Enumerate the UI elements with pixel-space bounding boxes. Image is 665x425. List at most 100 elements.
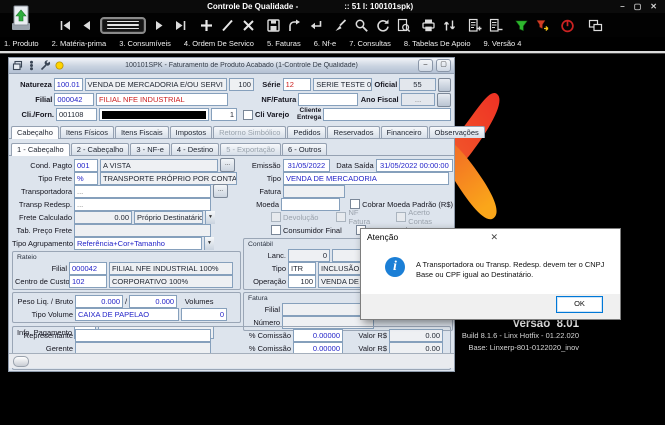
clear-brush-icon[interactable] [333,18,348,33]
consumidor-final-checkbox[interactable] [271,225,281,235]
subtab-1-cabecalho[interactable]: 1 - Cabeçalho [11,143,70,156]
cli-forn-code-field[interactable]: 001108 [56,108,97,121]
nav-last-icon[interactable] [173,18,188,33]
subtab-6-outros[interactable]: 6 - Outros [282,143,327,155]
version-base: Base: Linxerp-801-0122020_inov [462,343,579,352]
tab-financeiro[interactable]: Financeiro [381,126,428,138]
emissao-field[interactable]: 31/05/2022 [283,159,331,172]
dialog-close-icon[interactable]: ✕ [491,232,615,243]
doc-add-icon[interactable] [467,18,482,33]
filial-code-field[interactable]: 000042 [54,93,94,106]
nf-fatura-field[interactable] [298,93,358,106]
menu-item-materia-prima[interactable]: 2. Matéria-prima [52,39,107,48]
exit-icon[interactable] [560,18,575,33]
close-button[interactable]: ✕ [650,2,657,11]
nav-next-icon[interactable] [152,18,167,33]
transp-redesp-field[interactable]: ... [74,198,211,211]
contabil-tipo-code-field[interactable]: ITR [288,262,316,275]
cli-forn-name-field[interactable] [99,108,209,121]
doc-remove-icon[interactable] [488,18,503,33]
tab-itens-fisicos[interactable]: Itens Físicos [60,126,114,138]
serie-lookup-button[interactable] [438,78,451,92]
nav-first-icon[interactable] [58,18,73,33]
ok-button[interactable]: OK [556,296,603,313]
ano-fiscal-button[interactable] [437,93,451,107]
window-minimize-button[interactable]: – [418,59,433,72]
invoice-window: 100101SPK - Faturamento de Produto Acaba… [8,57,455,372]
cond-pagto-code-field[interactable]: 001 [74,159,98,172]
main-tabs: Cabeçalho Itens Físicos Itens Fiscais Im… [9,122,454,139]
subtab-4-destino[interactable]: 4 - Destino [171,143,219,155]
add-record-icon[interactable] [199,18,214,33]
status-lights-icon[interactable] [26,60,37,71]
cli-varejo-checkbox[interactable] [243,110,253,120]
filter-clear-icon[interactable] [535,18,550,33]
window-restore-icon[interactable] [12,60,23,71]
peso-liquido-field[interactable]: 0.000 [75,295,123,308]
moeda-field[interactable] [281,198,340,211]
peso-bruto-field[interactable]: 0.000 [129,295,177,308]
wrench-icon[interactable] [40,60,51,71]
minimize-button[interactable]: – [620,2,624,11]
bulb-icon[interactable] [54,60,65,71]
subtab-3-nfe[interactable]: 3 - NF-e [130,143,170,155]
frete-modo-field[interactable]: Próprio Destinatário [134,211,203,224]
refresh-icon[interactable] [375,18,390,33]
cond-pagto-lookup-button[interactable]: ... [220,158,235,172]
transportadora-lookup-button[interactable]: ... [213,184,228,198]
rateio-filial-desc-field: FILIAL NFE INDUSTRIAL 100% [109,262,233,275]
tab-cabecalho[interactable]: Cabeçalho [11,126,59,139]
menu-item-nfe[interactable]: 6. Nf-e [314,39,337,48]
tab-itens-fiscais[interactable]: Itens Fiscais [115,126,169,138]
ano-fiscal-field[interactable]: ... [401,93,436,106]
window-maximize-button[interactable]: ▢ [436,59,451,72]
volumes-field[interactable]: 0 [181,308,227,321]
filter-apply-icon[interactable] [514,18,529,33]
representante-field[interactable] [75,329,211,342]
tab-observacoes[interactable]: Observações [429,126,485,138]
transportadora-field[interactable]: ... [74,185,211,198]
menu-item-produto[interactable]: 1. Produto [4,39,39,48]
records-list-button[interactable] [100,17,146,34]
centro-custo-code-field[interactable]: 102 [69,275,107,288]
tipo-agrupamento-dropdown-icon[interactable]: ▼ [204,237,214,250]
save-record-icon[interactable] [266,18,281,33]
sort-icon[interactable] [442,18,457,33]
natureza-code-field[interactable]: 100.01 [54,78,83,91]
tab-impostos[interactable]: Impostos [170,126,212,138]
confirm-icon[interactable] [308,18,323,33]
menu-item-consumiveis[interactable]: 3. Consumíveis [119,39,171,48]
edit-record-icon[interactable] [220,18,235,33]
print-preview-icon[interactable] [396,18,411,33]
maximize-button[interactable]: ▢ [634,2,642,11]
search-icon[interactable] [354,18,369,33]
rateio-filial-code-field[interactable]: 000042 [69,262,107,275]
nav-previous-icon[interactable] [79,18,94,33]
serie-code-field[interactable]: 12 [283,78,312,91]
menu-item-faturas[interactable]: 5. Faturas [267,39,301,48]
filial-desc-field: FILIAL NFE INDUSTRIAL [96,93,228,106]
menu-item-consultas[interactable]: 7. Consultas [349,39,391,48]
valor1-field: 0.00 [389,329,443,342]
data-saida-field[interactable]: 31/05/2022 00:00:00 [376,159,453,172]
tipo-agrupamento-field[interactable]: Referência+Cor+Tamanho [74,237,202,250]
oficial-field: 55 [399,78,435,91]
tipo-volume-field[interactable]: CAIXA DE PAPELAO [75,308,179,321]
tipo-frete-code-field[interactable]: % [74,172,98,185]
tab-reservados[interactable]: Reservados [327,126,379,138]
delete-record-icon[interactable] [241,18,256,33]
tipo-field[interactable]: VENDA DE MERCADORIA [283,172,449,185]
print-icon[interactable] [421,18,436,33]
menu-item-versao4[interactable]: 9. Versão 4 [484,39,522,48]
menu-item-ordem-servico[interactable]: 4. Ordem De Servico [184,39,254,48]
subtab-2-cabecalho[interactable]: 2 - Cabeçalho [71,143,130,155]
menu-item-tabelas-apoio[interactable]: 8. Tabelas De Apoio [404,39,471,48]
nf-fatura-checkbox [336,212,346,222]
window-switch-icon[interactable] [588,18,603,33]
operacao-code-field[interactable]: 100 [288,275,316,288]
tab-pedidos[interactable]: Pedidos [287,126,326,138]
cliente-entrega-field[interactable] [323,108,451,121]
comissao1-field[interactable]: 0.00000 [293,329,343,342]
redo-icon[interactable] [287,18,302,33]
frete-modo-dropdown-icon[interactable]: ▼ [205,211,215,224]
